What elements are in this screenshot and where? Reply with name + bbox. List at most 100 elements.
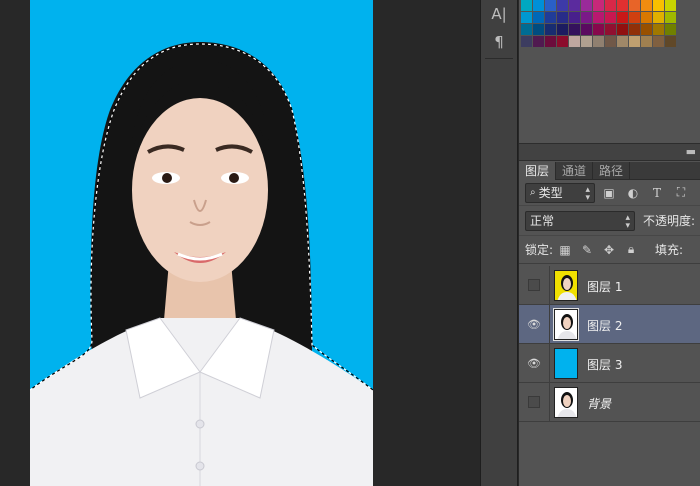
color-swatch[interactable] (629, 36, 640, 47)
color-swatch[interactable] (581, 0, 592, 11)
fill-label: 填充: (655, 243, 684, 257)
layer-thumbnail (554, 348, 578, 379)
panel-collapse-bar[interactable]: ▬ (519, 143, 700, 161)
adjustment-filter-icon[interactable]: ◐ (623, 183, 643, 203)
layer-name: 图层 3 (587, 358, 623, 372)
color-swatch[interactable] (617, 24, 628, 35)
search-icon: ⌕ (530, 187, 536, 198)
color-swatch[interactable] (533, 24, 544, 35)
type-filter-icon[interactable]: T (647, 183, 667, 203)
color-swatch[interactable] (641, 12, 652, 23)
lock-position-icon[interactable]: ✥ (599, 241, 619, 259)
color-swatch[interactable] (521, 0, 532, 11)
color-swatch[interactable] (581, 12, 592, 23)
visibility-toggle[interactable] (519, 383, 550, 421)
color-swatch[interactable] (545, 36, 556, 47)
character-panel-button[interactable]: A| (481, 0, 517, 28)
layers-panel: 图层 通道 路径 ⌕ 类型 ▴ ▾ ▣ ◐ T ⛶ 正常 ▴ ▾ 不透明度: 锁定:… (519, 162, 700, 486)
color-swatch[interactable] (617, 36, 628, 47)
color-swatch[interactable] (593, 24, 604, 35)
color-swatch[interactable] (593, 12, 604, 23)
visibility-toggle[interactable]: 👁︎ (519, 344, 550, 382)
layer-name: 背景 (587, 397, 612, 411)
paragraph-icon: ¶ (494, 33, 504, 51)
image-filter-icon[interactable]: ▣ (599, 183, 619, 203)
lock-all-icon[interactable]: 🔒︎ (621, 241, 641, 259)
color-swatch[interactable] (605, 12, 616, 23)
color-swatch[interactable] (545, 12, 556, 23)
color-swatch[interactable] (533, 0, 544, 11)
color-swatch[interactable] (641, 36, 652, 47)
color-swatch[interactable] (605, 24, 616, 35)
color-swatch[interactable] (569, 24, 580, 35)
color-swatch[interactable] (653, 24, 664, 35)
panel-menu-icon[interactable]: ▬ (686, 145, 696, 158)
color-swatch[interactable] (665, 12, 676, 23)
filter-kind-dropdown[interactable]: ⌕ 类型 ▴ ▾ (525, 182, 595, 203)
color-swatch[interactable] (605, 0, 616, 11)
color-swatch[interactable] (605, 36, 616, 47)
color-swatch[interactable] (665, 36, 676, 47)
layer-row-layer-1[interactable]: 图层 1 (519, 266, 700, 305)
color-swatch[interactable] (569, 0, 580, 11)
color-swatch[interactable] (629, 0, 640, 11)
color-swatch[interactable] (533, 12, 544, 23)
color-swatch[interactable] (557, 36, 568, 47)
color-swatch[interactable] (641, 0, 652, 11)
color-swatch[interactable] (665, 24, 676, 35)
color-swatch[interactable] (557, 0, 568, 11)
dropdown-arrow-icon: ▴ ▾ (625, 212, 630, 231)
color-swatch[interactable] (557, 12, 568, 23)
swatches-panel-empty-area (519, 48, 700, 143)
swatch-row (521, 24, 700, 36)
layer-row-layer-3[interactable]: 👁︎ 图层 3 (519, 344, 700, 383)
color-swatch[interactable] (593, 0, 604, 11)
id-photo[interactable] (30, 0, 373, 486)
color-swatch[interactable] (521, 36, 532, 47)
lock-image-pixels-icon[interactable]: ✎ (577, 241, 597, 259)
document-canvas[interactable] (0, 0, 480, 486)
color-swatch[interactable] (521, 24, 532, 35)
lock-row: 锁定: ▦ ✎ ✥ 🔒︎ 填充: (519, 236, 700, 264)
color-swatch[interactable] (581, 24, 592, 35)
color-swatch[interactable] (641, 24, 652, 35)
layers-panel-tabs: 图层 通道 路径 (519, 162, 700, 180)
color-swatch[interactable] (593, 36, 604, 47)
color-swatch[interactable] (521, 12, 532, 23)
color-swatch[interactable] (653, 36, 664, 47)
shape-filter-icon[interactable]: ⛶ (671, 183, 691, 203)
color-swatch[interactable] (665, 0, 676, 11)
tab-channels[interactable]: 通道 (556, 162, 594, 180)
hidden-checkbox (528, 396, 540, 408)
layer-filter-row: ⌕ 类型 ▴ ▾ ▣ ◐ T ⛶ (519, 180, 700, 206)
swatches-panel (519, 0, 700, 48)
layer-row-layer-2[interactable]: 👁︎ 图层 2 (519, 305, 700, 344)
layer-name: 图层 1 (587, 280, 623, 294)
visibility-toggle[interactable] (519, 266, 550, 304)
blend-mode-dropdown[interactable]: 正常 ▴ ▾ (525, 210, 635, 231)
visibility-toggle[interactable]: 👁︎ (519, 305, 550, 343)
color-swatch[interactable] (653, 12, 664, 23)
color-swatch[interactable] (557, 24, 568, 35)
color-swatch[interactable] (629, 24, 640, 35)
opacity-label: 不透明度: (643, 214, 696, 228)
color-swatch[interactable] (581, 36, 592, 47)
color-swatch[interactable] (653, 0, 664, 11)
color-swatch[interactable] (569, 36, 580, 47)
color-swatch[interactable] (545, 0, 556, 11)
color-swatch[interactable] (545, 24, 556, 35)
color-swatch[interactable] (629, 12, 640, 23)
color-swatch[interactable] (617, 12, 628, 23)
lock-transparent-pixels-icon[interactable]: ▦ (555, 241, 575, 259)
hidden-checkbox (528, 279, 540, 291)
tab-layers[interactable]: 图层 (519, 162, 557, 180)
layer-row-background[interactable]: 背景 (519, 383, 700, 422)
color-swatch[interactable] (533, 36, 544, 47)
layer-thumbnail (554, 387, 578, 418)
paragraph-panel-button[interactable]: ¶ (481, 28, 517, 56)
swatch-row (521, 0, 700, 12)
tab-paths[interactable]: 路径 (593, 162, 631, 180)
color-swatch[interactable] (617, 0, 628, 11)
color-swatch[interactable] (569, 12, 580, 23)
layer-name: 图层 2 (587, 319, 623, 333)
